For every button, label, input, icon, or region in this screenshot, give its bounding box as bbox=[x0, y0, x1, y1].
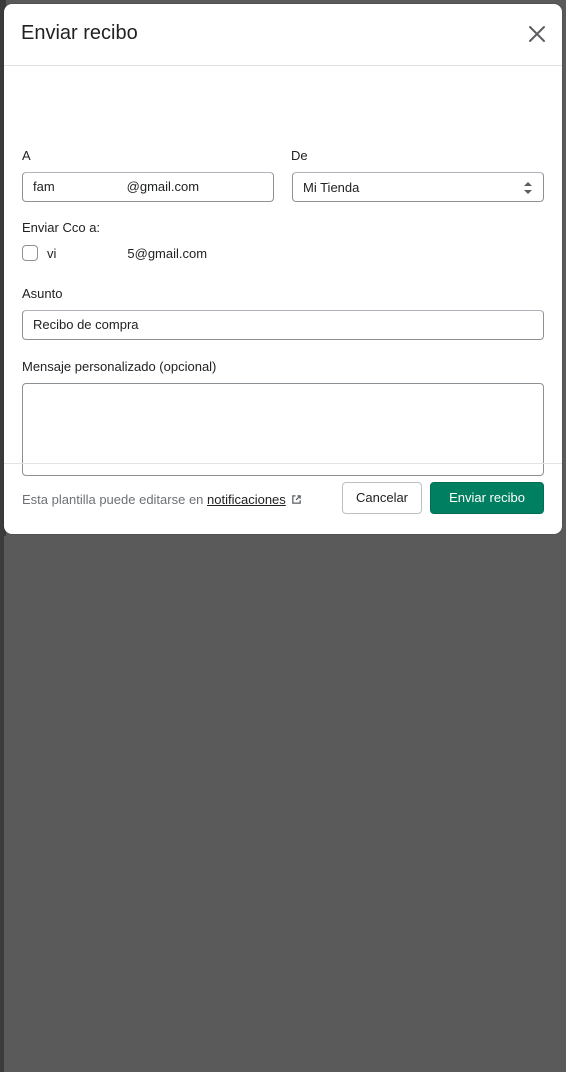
modal-footer: Cancelar Enviar recibo bbox=[4, 463, 562, 534]
modal-title: Enviar recibo bbox=[21, 22, 138, 44]
bcc-email-suffix: 5@gmail.com bbox=[127, 246, 208, 261]
to-value-prefix: fam bbox=[33, 179, 55, 194]
to-label: A bbox=[22, 148, 31, 163]
from-select[interactable]: Mi Tienda bbox=[292, 172, 544, 202]
subject-label: Asunto bbox=[22, 286, 63, 301]
modal-header: Enviar recibo bbox=[4, 4, 562, 66]
bcc-email: vi 5@gmail.com bbox=[47, 246, 207, 261]
subject-value: Recibo de compra bbox=[33, 317, 139, 332]
send-receipt-modal: Enviar recibo A fam @gmail.com De Mi Tien… bbox=[4, 4, 562, 534]
select-arrows-icon bbox=[524, 182, 532, 194]
to-input[interactable]: fam @gmail.com bbox=[22, 172, 274, 202]
close-icon bbox=[529, 26, 545, 42]
bcc-checkbox[interactable] bbox=[22, 245, 38, 261]
send-receipt-button[interactable]: Enviar recibo bbox=[430, 482, 544, 514]
cancel-button[interactable]: Cancelar bbox=[342, 482, 422, 514]
from-value: Mi Tienda bbox=[303, 180, 360, 195]
close-button[interactable] bbox=[526, 23, 548, 45]
to-value-suffix: @gmail.com bbox=[126, 179, 200, 194]
subject-input[interactable]: Recibo de compra bbox=[22, 310, 544, 340]
message-label: Mensaje personalizado (opcional) bbox=[22, 359, 217, 374]
bcc-label: Enviar Cco a: bbox=[22, 220, 101, 235]
from-label: De bbox=[291, 148, 308, 163]
bcc-email-prefix: vi bbox=[47, 246, 57, 261]
background-page-right bbox=[0, 536, 4, 1072]
